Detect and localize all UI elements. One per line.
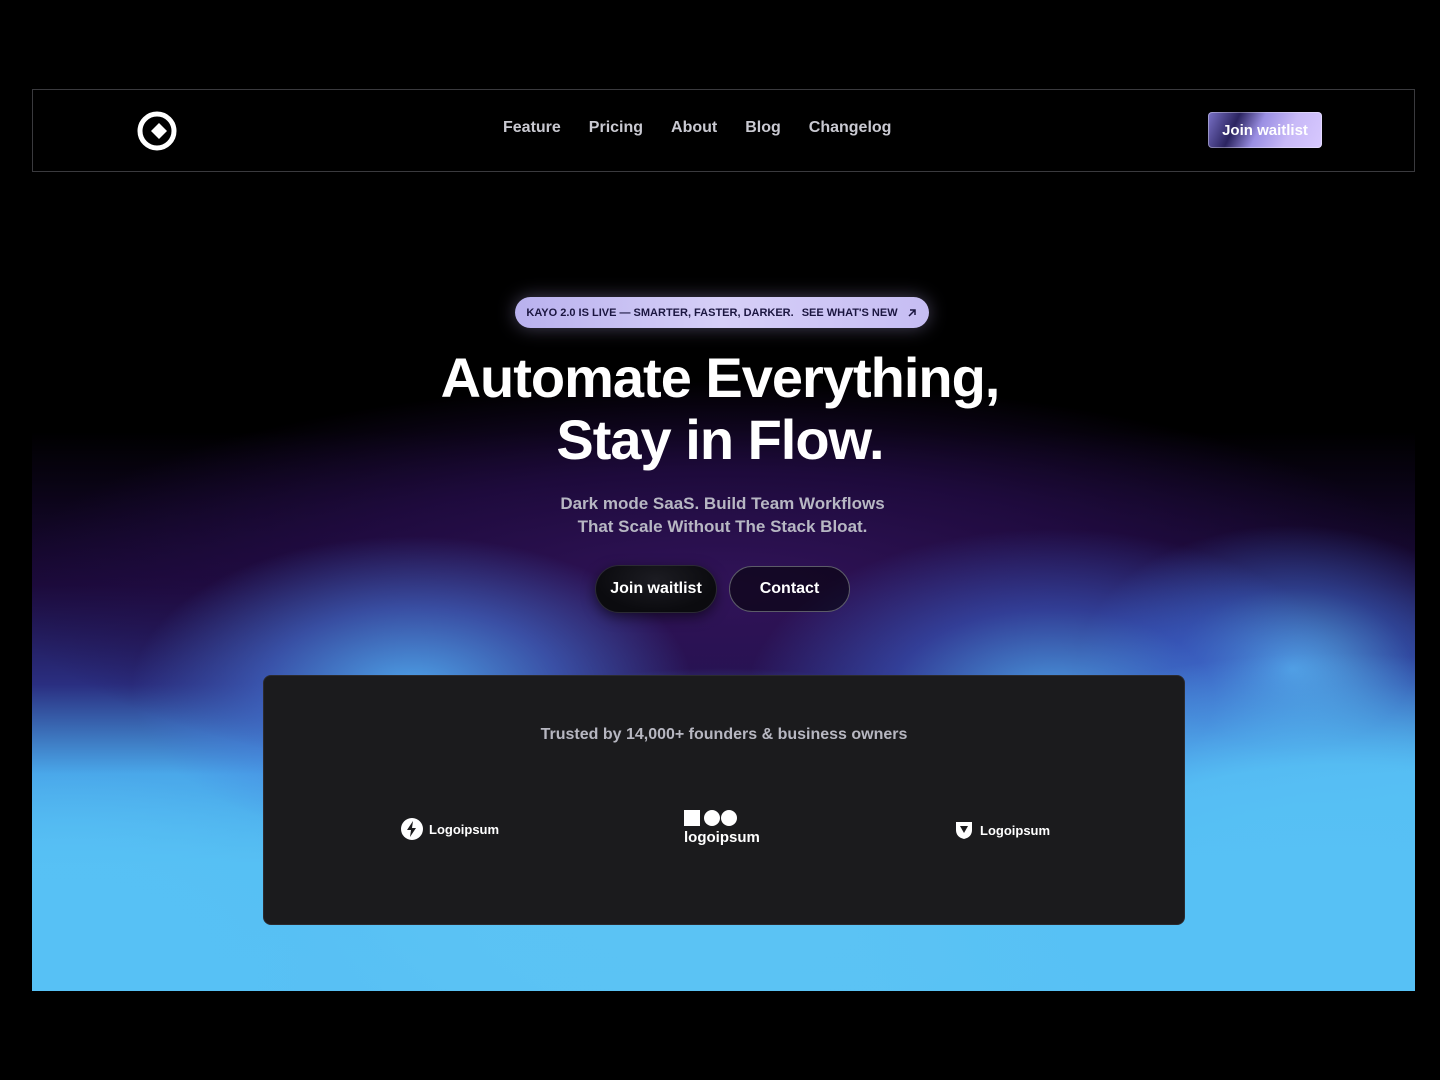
announcement-text: KAYO 2.0 IS LIVE — SMARTER, FASTER, DARK… — [526, 306, 794, 319]
square-circles-logo-icon — [684, 810, 737, 826]
headline-line-2: Stay in Flow. — [556, 408, 884, 471]
join-waitlist-button[interactable]: Join waitlist — [596, 566, 716, 612]
partner-name-3: Logoipsum — [980, 822, 1051, 838]
trusted-by-card: Trusted by 14,000+ founders & business o… — [263, 675, 1185, 925]
announcement-pill[interactable]: KAYO 2.0 IS LIVE — SMARTER, FASTER, DARK… — [515, 297, 929, 328]
arrow-up-right-icon — [908, 308, 916, 317]
nav-link-about[interactable]: About — [671, 119, 717, 137]
contact-button[interactable]: Contact — [729, 566, 850, 612]
brand-logo-icon[interactable] — [136, 110, 178, 152]
nav-link-blog[interactable]: Blog — [745, 119, 781, 137]
subtitle-line-2: That Scale Without The Stack Bloat. — [577, 517, 868, 536]
nav-join-waitlist-button[interactable]: Join waitlist — [1208, 112, 1322, 148]
hero-headline: Automate Everything, Stay in Flow. — [320, 347, 1120, 471]
nav-link-feature[interactable]: Feature — [503, 119, 561, 137]
trusted-by-text: Trusted by 14,000+ founders & business o… — [540, 726, 908, 743]
partner-logo-1: Logoipsum — [401, 818, 499, 840]
shield-logo-icon — [956, 822, 972, 839]
bolt-logo-icon — [401, 818, 423, 840]
partner-name-1: Logoipsum — [429, 821, 500, 837]
partner-logo-3: Logoipsum — [954, 820, 1050, 840]
subtitle-line-1: Dark mode SaaS. Build Team Workflows — [560, 494, 885, 513]
partner-logo-2: logoipsum — [684, 809, 760, 846]
hero-subtitle: Dark mode SaaS. Build Team Workflows Tha… — [470, 492, 975, 538]
headline-line-1: Automate Everything, — [440, 346, 1001, 409]
top-navbar: Feature Pricing About Blog Changelog Joi… — [32, 89, 1415, 172]
nav-link-changelog[interactable]: Changelog — [809, 119, 892, 137]
announcement-link[interactable]: SEE WHAT'S NEW — [802, 307, 898, 319]
partner-name-2: logoipsum — [684, 829, 760, 846]
nav-links: Feature Pricing About Blog Changelog — [503, 119, 891, 137]
nav-link-pricing[interactable]: Pricing — [589, 119, 643, 137]
